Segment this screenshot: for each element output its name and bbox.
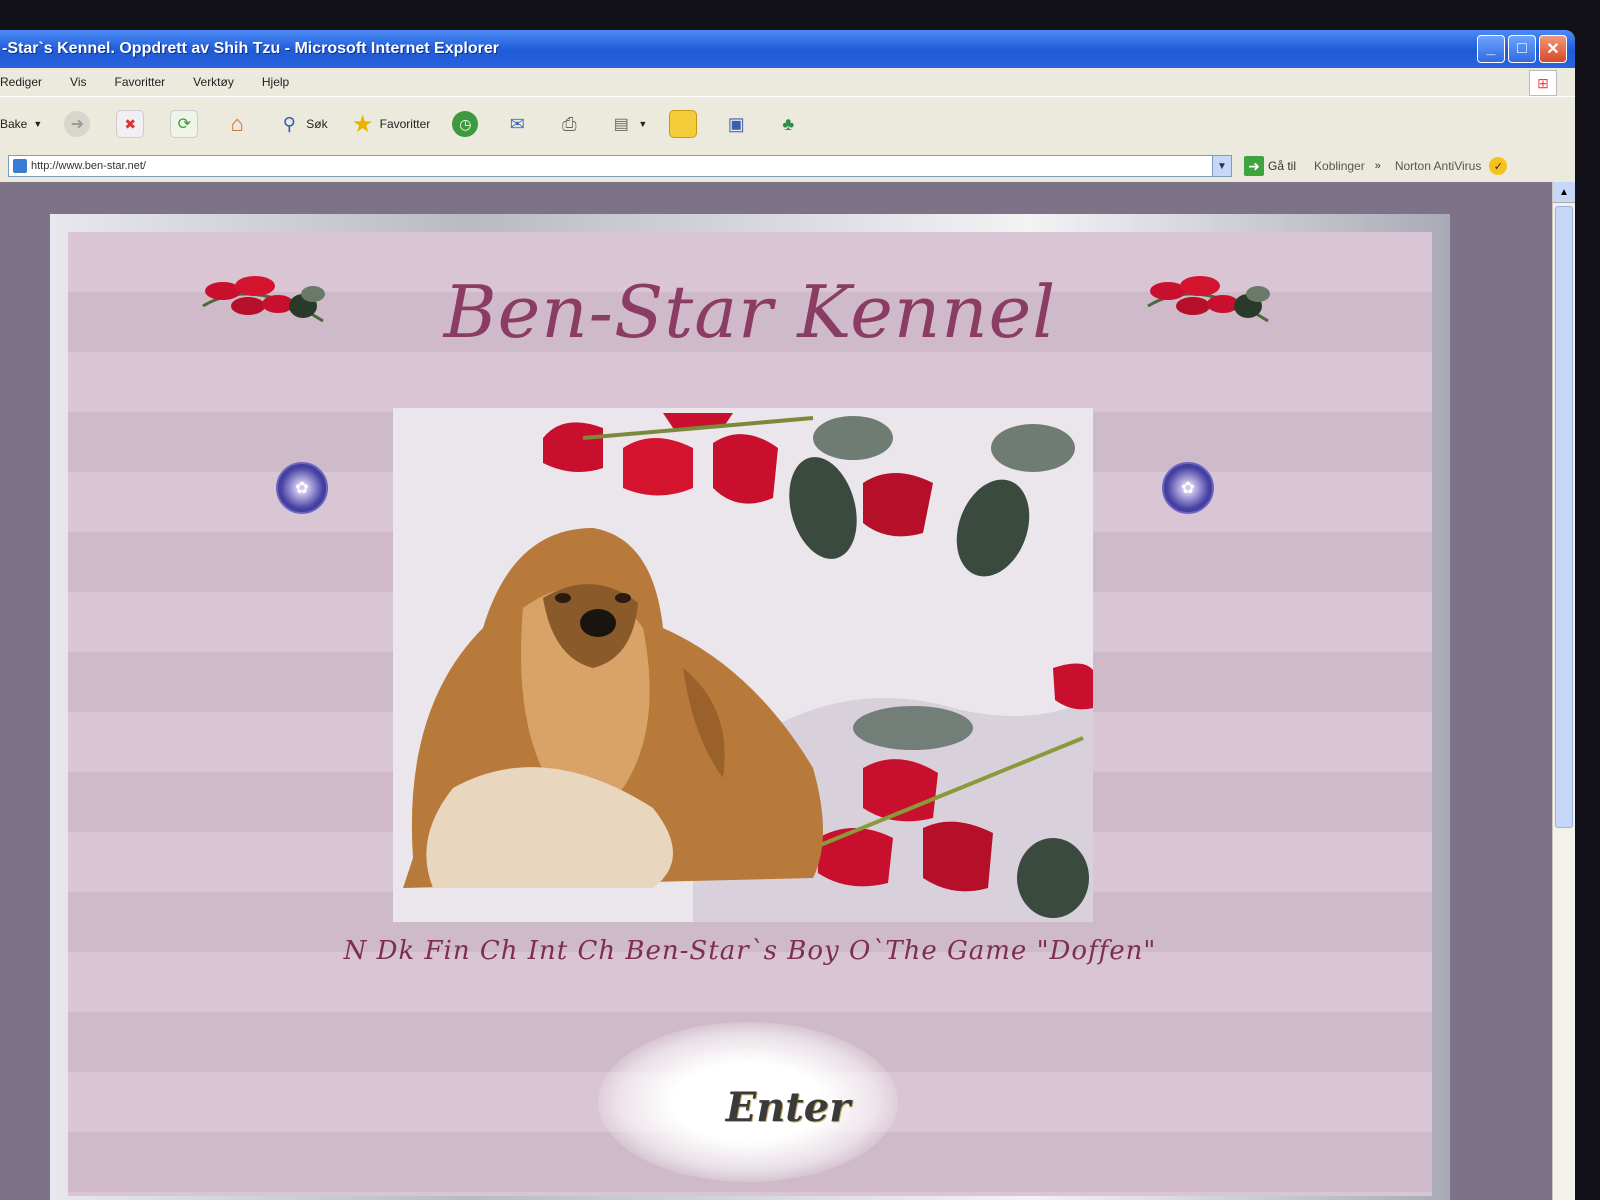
print-icon: ⎙ xyxy=(562,113,577,134)
toolbar: Bake ▼ ➜ ✖ ⟳ ⌂ ⚲ Søk ★ Favoritter ◷ ✉ ⎙ … xyxy=(0,96,1575,152)
menu-help[interactable]: Hjelp xyxy=(262,75,289,89)
norton-icon: ✓ xyxy=(1489,157,1508,175)
print-button[interactable]: ⎙ xyxy=(556,111,586,137)
search-label: Søk xyxy=(306,117,328,131)
close-button[interactable]: ✕ xyxy=(1539,35,1567,63)
kennel-emblem-icon: ✿ xyxy=(276,462,328,514)
folder-icon xyxy=(669,110,698,138)
stop-icon: ✖ xyxy=(116,110,145,138)
norton-antivirus-button[interactable]: Norton AntiVirus ✓ xyxy=(1395,157,1508,175)
toolbar-chevron-icon[interactable]: » xyxy=(1375,160,1381,172)
kennel-emblem-icon: ✿ xyxy=(1162,462,1214,514)
menu-view[interactable]: Vis xyxy=(70,75,86,89)
menu-tools[interactable]: Verktøy xyxy=(193,75,234,89)
favorites-star-icon: ★ xyxy=(351,110,374,138)
address-bar: http://www.ben-star.net/ ▼ ➜ Gå til Kobl… xyxy=(0,150,1575,183)
messenger-icon: ♣ xyxy=(782,113,795,134)
title-bar: -Star`s Kennel. Oppdrett av Shih Tzu - M… xyxy=(0,30,1575,68)
back-button[interactable]: Bake ▼ xyxy=(0,117,42,131)
content-panel: Ben-Star Kennel ✿ ✿ N Dk Fin Ch Int Ch B… xyxy=(68,232,1432,1196)
search-icon: ⚲ xyxy=(282,113,296,134)
media-button[interactable]: ▣ xyxy=(723,111,753,137)
go-button[interactable]: ➜ Gå til xyxy=(1244,156,1296,176)
links-button[interactable]: Koblinger xyxy=(1314,159,1365,173)
minimize-button[interactable]: _ xyxy=(1477,35,1505,63)
media-icon: ▣ xyxy=(727,113,745,134)
mail-icon: ✉ xyxy=(509,113,525,134)
norton-label: Norton AntiVirus xyxy=(1394,159,1482,173)
home-button[interactable]: ⌂ xyxy=(224,111,254,137)
maximize-button[interactable]: □ xyxy=(1508,35,1536,63)
go-label: Gå til xyxy=(1268,159,1297,173)
enter-button[interactable]: Enter xyxy=(726,1084,851,1131)
mail-button[interactable]: ✉ xyxy=(504,111,534,137)
windows-logo-icon: ⊞ xyxy=(1529,70,1557,96)
edit-button[interactable]: ▤ ▼ xyxy=(608,111,647,137)
browser-window: -Star`s Kennel. Oppdrett av Shih Tzu - M… xyxy=(0,30,1575,1200)
refresh-icon: ⟳ xyxy=(170,110,199,138)
scroll-up-arrow-icon[interactable]: ▲ xyxy=(1553,182,1575,203)
back-dropdown-icon[interactable]: ▼ xyxy=(33,119,42,129)
folder-button[interactable] xyxy=(669,110,701,138)
refresh-button[interactable]: ⟳ xyxy=(170,110,202,138)
enter-glow: Enter xyxy=(598,1022,898,1182)
address-dropdown-icon[interactable]: ▼ xyxy=(1212,155,1232,177)
stop-button[interactable]: ✖ xyxy=(116,110,148,138)
history-button[interactable]: ◷ xyxy=(452,111,482,137)
favorites-button[interactable]: ★ Favoritter xyxy=(350,110,431,138)
window-title: -Star`s Kennel. Oppdrett av Shih Tzu - M… xyxy=(2,40,499,57)
forward-icon: ➜ xyxy=(64,111,91,137)
go-arrow-icon: ➜ xyxy=(1244,156,1264,176)
page-favicon-icon xyxy=(13,159,27,173)
address-url: http://www.ben-star.net/ xyxy=(31,160,146,172)
dog-caption: N Dk Fin Ch Int Ch Ben-Star`s Boy O`The … xyxy=(343,936,1157,966)
menu-bar: Rediger Vis Favoritter Verktøy Hjelp ⊞ xyxy=(0,68,1575,96)
back-label: Bake xyxy=(0,117,28,131)
forward-button[interactable]: ➜ xyxy=(64,111,94,137)
page-frame: Ben-Star Kennel ✿ ✿ N Dk Fin Ch Int Ch B… xyxy=(50,214,1450,1200)
page-viewport: Ben-Star Kennel ✿ ✿ N Dk Fin Ch Int Ch B… xyxy=(0,182,1552,1200)
edit-dropdown-icon[interactable]: ▼ xyxy=(638,119,647,129)
scrollbar-thumb[interactable] xyxy=(1555,206,1573,828)
favorites-label: Favoritter xyxy=(379,117,431,131)
site-title: Ben-Star Kennel xyxy=(443,270,1057,354)
window-controls: _ □ ✕ xyxy=(1477,35,1567,63)
edit-icon: ▤ xyxy=(613,116,629,133)
vertical-scrollbar[interactable]: ▲ xyxy=(1552,182,1575,1200)
history-icon: ◷ xyxy=(452,111,479,137)
dog-with-roses-image xyxy=(393,408,1093,922)
address-input[interactable]: http://www.ben-star.net/ xyxy=(8,155,1230,177)
home-icon: ⌂ xyxy=(230,111,244,136)
menu-edit[interactable]: Rediger xyxy=(0,75,42,89)
menu-favorites[interactable]: Favoritter xyxy=(114,75,165,89)
messenger-button[interactable]: ♣ xyxy=(775,111,805,137)
search-button[interactable]: ⚲ Søk xyxy=(276,111,328,137)
